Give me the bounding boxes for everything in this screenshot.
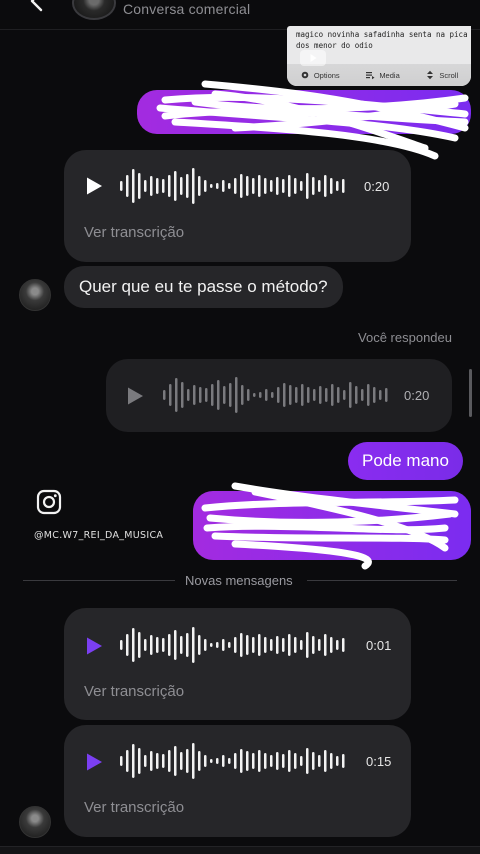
play-icon[interactable]: [84, 636, 104, 656]
play-icon[interactable]: [125, 386, 145, 406]
scrollbar-thumb[interactable]: [469, 369, 472, 417]
composer-edge: [0, 846, 480, 854]
outgoing-text-message[interactable]: Pode mano: [348, 442, 463, 480]
voice-duration: 0:20: [404, 388, 430, 403]
gear-icon: [301, 71, 309, 79]
back-chevron-icon[interactable]: [22, 0, 52, 16]
waveform[interactable]: [161, 375, 393, 415]
voice-duration: 0:01: [366, 638, 392, 653]
options-label: Options: [313, 70, 340, 80]
view-transcript-link[interactable]: Ver transcrição: [84, 799, 184, 816]
divider-line-right: [307, 580, 457, 581]
preview-play-button[interactable]: [300, 50, 326, 66]
redacted-outgoing-message[interactable]: [137, 90, 471, 134]
play-icon[interactable]: [84, 752, 104, 772]
waveform[interactable]: [118, 741, 350, 781]
divider-line-left: [23, 580, 175, 581]
chat-title[interactable]: Conversa comercial: [123, 1, 250, 17]
media-label: Media: [379, 70, 400, 80]
waveform[interactable]: [118, 166, 350, 206]
shared-post-controls: Options Media Scroll: [287, 64, 471, 86]
new-messages-divider: Novas mensagens: [185, 573, 293, 588]
media-control[interactable]: Media: [365, 70, 400, 80]
voice-duration: 0:15: [366, 754, 392, 769]
voice-message[interactable]: 0:15 Ver transcrição: [64, 725, 411, 837]
view-transcript-link[interactable]: Ver transcrição: [84, 683, 184, 700]
watermark-handle: @MC.W7_REI_DA_MUSICA: [34, 530, 164, 541]
redacted-outgoing-message[interactable]: [193, 491, 471, 560]
voice-message[interactable]: 0:20 Ver transcrição: [64, 150, 411, 262]
sender-avatar[interactable]: [19, 279, 51, 311]
reply-label: Você respondeu: [358, 330, 452, 345]
scroll-label: Scroll: [439, 70, 459, 80]
media-icon: [366, 72, 375, 80]
instagram-icon: [36, 489, 62, 515]
voice-message[interactable]: 0:01 Ver transcrição: [64, 608, 411, 720]
voice-duration: 0:20: [364, 179, 390, 194]
incoming-text-message[interactable]: Quer que eu te passe o método?: [64, 266, 343, 308]
scroll-icon: [427, 70, 434, 80]
waveform[interactable]: [118, 625, 350, 665]
options-control[interactable]: Options: [300, 70, 340, 80]
view-transcript-link[interactable]: Ver transcrição: [84, 224, 184, 241]
quoted-voice-message[interactable]: 0:20: [106, 359, 452, 432]
play-icon[interactable]: [84, 176, 104, 196]
scroll-control[interactable]: Scroll: [425, 70, 458, 80]
header-avatar[interactable]: [72, 0, 116, 20]
shared-post-text: magico novinha safadinha senta na pica d…: [296, 30, 468, 50]
play-icon: [310, 54, 317, 62]
sender-avatar[interactable]: [19, 806, 51, 838]
